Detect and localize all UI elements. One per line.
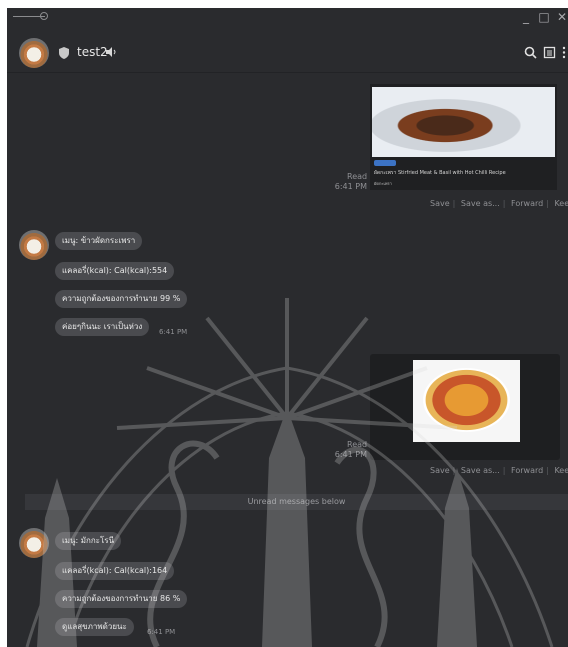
info-icon[interactable] [543,46,556,59]
chat-avatar[interactable] [19,38,49,68]
image-message[interactable] [370,354,560,460]
save-button[interactable]: Save [430,466,450,475]
save-button[interactable]: Save [430,199,450,208]
message-bubble-menu[interactable]: เมนู: มักกะโรนี [55,532,122,550]
forward-button[interactable]: Forward [511,466,543,475]
message-time: 6:41 PM [334,450,367,459]
title-bar: _ □ ✕ [7,8,568,26]
message-bubble-accuracy[interactable]: ความถูกต้องของการทำนาย 86 % [55,590,188,608]
sender-avatar[interactable] [19,230,49,260]
message-bubble-calories[interactable]: แคลอรี่(kcal): Cal(kcal):554 [55,262,175,280]
more-icon[interactable] [561,46,567,59]
message-actions: Save| Save as...| Forward| Keep [430,199,568,208]
forward-button[interactable]: Forward [511,199,543,208]
search-icon[interactable] [524,46,537,59]
unread-divider: Unread messages below [25,494,568,510]
message-bubble-comment[interactable]: ค่อยๆกินนะ เราเป็นห่วง [55,318,150,336]
message-bubble-menu[interactable]: เมนู: ข้าวผัดกระเพรา [55,232,143,250]
keep-button[interactable]: Keep [554,199,568,208]
chat-title[interactable]: test2 [77,45,108,59]
message-bubble-calories[interactable]: แคลอรี่(kcal): Cal(kcal):164 [55,562,175,580]
sender-avatar[interactable] [19,528,49,558]
chat-header: test2 [7,28,568,73]
unread-label: Unread messages below [247,497,346,506]
messenger-window: _ □ ✕ test2 ผัดกะเพรา Stirfried Meat & B… [7,8,568,647]
read-status: Read [347,172,368,181]
save-as-button[interactable]: Save as... [461,199,500,208]
link-preview-subtitle: ผัดกะเพรา [374,181,392,186]
speaker-icon[interactable] [106,47,118,57]
keep-button[interactable]: Keep [554,466,568,475]
save-as-button[interactable]: Save as... [461,466,500,475]
shield-icon [59,47,69,59]
pasta-photo [423,368,510,432]
link-preview-message[interactable]: ผัดกะเพรา Stirfried Meat & Basil with Ho… [370,84,557,190]
message-bubble-comment[interactable]: ดูแลสุขภาพด้วยนะ [55,618,134,636]
read-status: Read [347,440,368,449]
close-icon[interactable]: ✕ [555,9,568,25]
message-bubble-accuracy[interactable]: ความถูกต้องของการทำนาย 99 % [55,290,188,308]
food-photo[interactable] [372,87,555,157]
message-actions: Save| Save as...| Forward| Keep [430,466,568,475]
message-time: 6:41 PM [159,328,188,336]
source-badge [374,160,396,166]
message-time: 6:41 PM [334,182,367,191]
link-preview-title[interactable]: ผัดกะเพรา Stirfried Meat & Basil with Ho… [374,170,554,176]
minimize-icon[interactable]: _ [519,9,533,25]
opacity-slider-handle[interactable] [40,12,48,20]
message-time: 6:41 PM [147,628,176,636]
photo-frame[interactable] [413,360,520,442]
maximize-icon[interactable]: □ [537,9,551,25]
